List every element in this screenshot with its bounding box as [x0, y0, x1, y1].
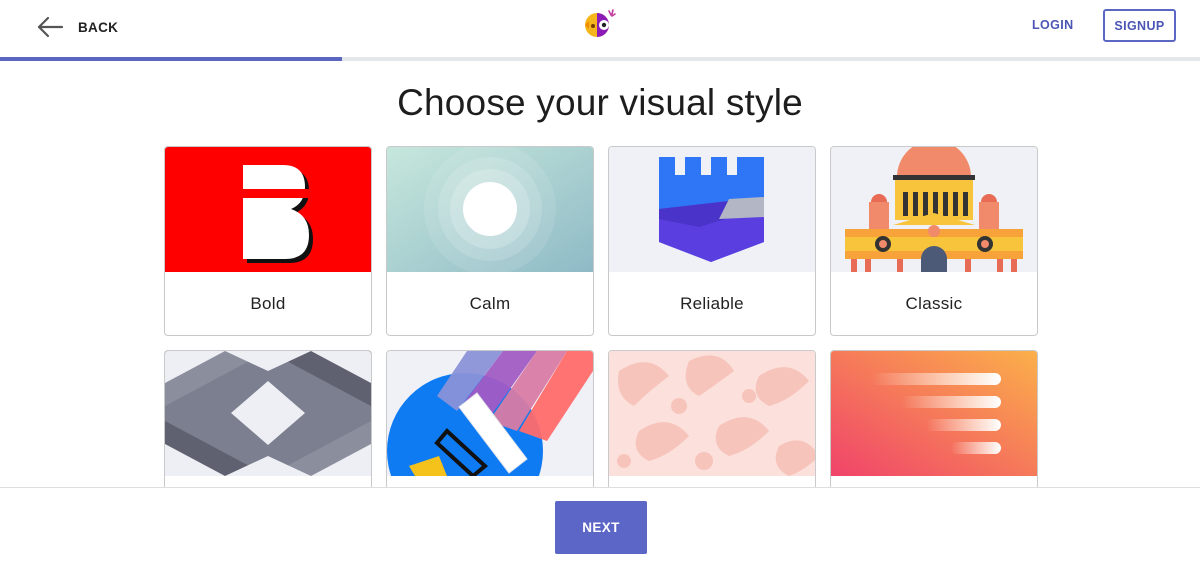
style-card-classic[interactable]: Classic [830, 146, 1038, 336]
style-card-image [165, 147, 371, 272]
style-card-floral[interactable] [608, 350, 816, 488]
calm-circles-icon [387, 147, 593, 272]
progress-fill [0, 57, 342, 61]
back-button[interactable]: BACK [36, 12, 118, 42]
header: BACK LOGIN SIGNUP [0, 0, 1200, 58]
style-card-image [831, 351, 1037, 476]
login-link[interactable]: LOGIN [1032, 18, 1074, 32]
bold-b-icon [165, 147, 371, 272]
parrot-logo-icon[interactable] [582, 8, 618, 40]
floral-pattern-icon [609, 351, 815, 476]
style-card-image [387, 147, 593, 272]
paint-roller-icon [387, 351, 593, 476]
style-card-image [387, 351, 593, 476]
style-card-speed-lines[interactable] [830, 350, 1038, 488]
style-card-label: Calm [469, 293, 511, 313]
style-picker-page: BACK LOGIN SIGNUP Choose your visual sty… [0, 0, 1200, 563]
footer: NEXT [0, 487, 1200, 563]
style-card-image [609, 147, 815, 272]
style-card-bold[interactable]: Bold [164, 146, 372, 336]
style-card-geometric[interactable] [164, 350, 372, 488]
style-card-image [831, 147, 1037, 272]
style-card-label: Classic [905, 293, 963, 313]
classic-building-icon [831, 147, 1037, 272]
speed-lines-icon [831, 351, 1037, 476]
style-card-image [165, 351, 371, 476]
castle-shield-icon [609, 147, 815, 272]
progress-bar [0, 57, 1200, 61]
arrow-left-icon [37, 16, 64, 38]
page-title: Choose your visual style [397, 82, 803, 123]
next-button[interactable]: NEXT [555, 501, 647, 554]
style-card-label: Bold [250, 293, 286, 313]
style-card-label: Reliable [680, 293, 744, 313]
geometric-pattern-icon [165, 351, 371, 476]
style-grid: Bold Calm Reliable Classic [164, 146, 1040, 488]
style-card-image [609, 351, 815, 476]
signup-button[interactable]: SIGNUP [1103, 9, 1176, 42]
style-card-paint-roller[interactable] [386, 350, 594, 488]
back-label: BACK [78, 19, 119, 35]
style-card-calm[interactable]: Calm [386, 146, 594, 336]
style-card-reliable[interactable]: Reliable [608, 146, 816, 336]
